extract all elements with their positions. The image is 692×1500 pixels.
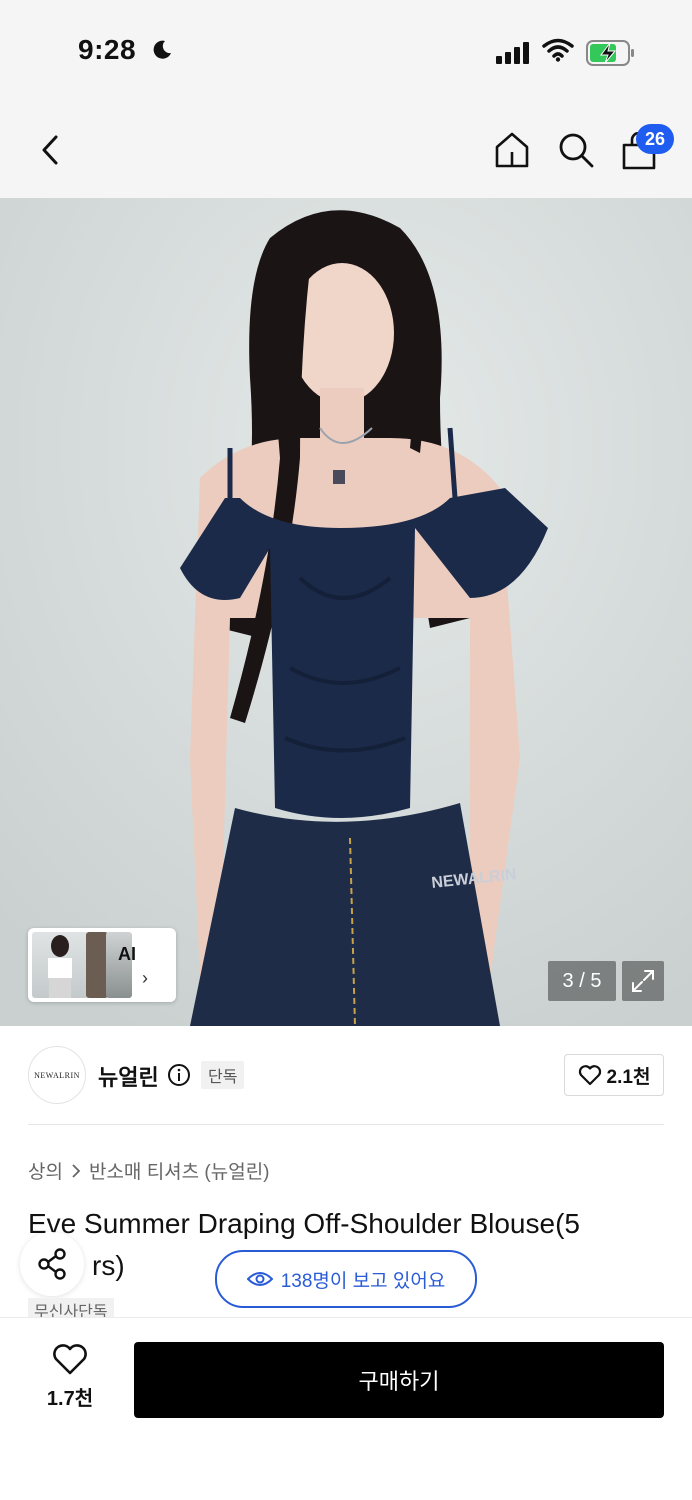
search-icon [559, 133, 594, 168]
search-button[interactable] [554, 128, 598, 172]
wishlist-count: 1.7천 [46, 1388, 94, 1410]
heart-icon [578, 1065, 601, 1086]
brand-name[interactable]: 뉴얼린 [98, 1060, 159, 1092]
viewers-text: 138명이 보고 있어요 [280, 1270, 446, 1292]
expand-icon [632, 970, 654, 992]
chevron-right-icon [72, 1163, 81, 1178]
wifi-icon [542, 38, 574, 62]
heart-icon [53, 1344, 87, 1375]
home-button[interactable] [490, 128, 534, 172]
cart-count-badge: 26 [636, 124, 674, 154]
expand-button[interactable] [622, 961, 664, 1001]
home-icon [495, 132, 529, 168]
chevron-right-icon: › [142, 968, 148, 988]
breadcrumb-subcategory[interactable]: 반소매 티셔츠 (뉴얼린) [89, 1157, 270, 1184]
brand-like-count: 2.1천 [606, 1066, 651, 1088]
product-photo-illustration: NEWALRIN [0, 198, 692, 1026]
share-button[interactable] [20, 1232, 84, 1296]
back-arrow-icon [42, 135, 58, 165]
ai-label: AI [118, 944, 136, 964]
brand-like-button[interactable]: 2.1천 [564, 1054, 664, 1096]
ai-thumbnail-2 [86, 932, 108, 998]
battery-charging-icon [586, 40, 634, 66]
ai-recommendation-card[interactable] [28, 928, 176, 1002]
ai-thumbnail-1 [32, 932, 88, 998]
eye-icon [246, 1272, 273, 1286]
wishlist-button[interactable]: 1.7천 [36, 1344, 104, 1411]
breadcrumb-category[interactable]: 상의 [28, 1157, 63, 1184]
info-icon[interactable] [167, 1063, 191, 1087]
buy-button[interactable]: 구매하기 [134, 1342, 664, 1418]
moon-icon [153, 40, 171, 59]
exclusive-badge: 단독 [201, 1061, 245, 1089]
share-icon [38, 1248, 66, 1280]
product-title-line-1: Eve Summer Draping Off-Shoulder Blouse(5 [28, 1208, 580, 1239]
cellular-signal-icon [496, 42, 529, 64]
brand-logo[interactable]: NEWALRIN [28, 1046, 86, 1104]
ai-thumbnail-3 [106, 932, 132, 998]
divider [28, 1124, 664, 1125]
image-counter: 3 / 5 [548, 961, 616, 1001]
status-time: 9:28 [78, 34, 137, 65]
product-image[interactable]: NEWALRIN [0, 198, 692, 1026]
breadcrumb: 상의 반소매 티셔츠 (뉴얼린) [28, 1157, 270, 1184]
viewers-pill: 138명이 보고 있어요 [215, 1250, 477, 1308]
back-button[interactable] [28, 128, 72, 172]
